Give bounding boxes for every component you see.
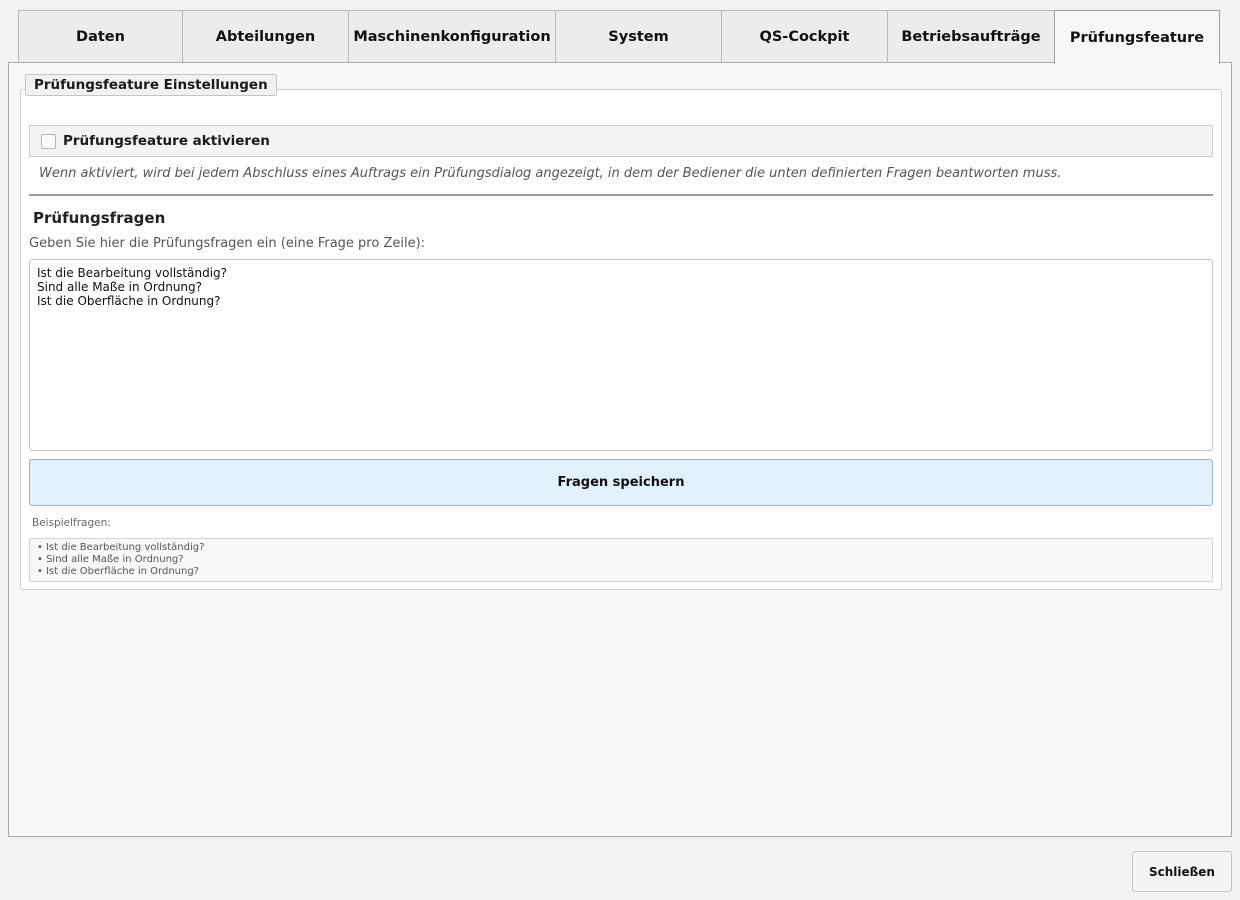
tab-pruefungsfeature[interactable]: Prüfungsfeature	[1054, 10, 1220, 64]
tab-maschinenkonfiguration[interactable]: Maschinenkonfiguration	[348, 10, 556, 63]
enable-feature-row[interactable]: Prüfungsfeature aktivieren	[29, 125, 1213, 157]
tab-system[interactable]: System	[555, 10, 722, 63]
section-divider	[29, 194, 1213, 196]
tab-betriebsauftraege[interactable]: Betriebsaufträge	[887, 10, 1055, 63]
tab-bar: Daten Abteilungen Maschinenkonfiguration…	[18, 10, 1220, 64]
questions-input-label: Geben Sie hier die Prüfungsfragen ein (e…	[29, 236, 426, 251]
example-item: • Ist die Oberfläche in Ordnung?	[37, 566, 199, 577]
example-item: • Ist die Bearbeitung vollständig?	[37, 542, 205, 553]
settings-group: Prüfungsfeature aktivieren Wenn aktivier…	[20, 89, 1222, 590]
examples-box: • Ist die Bearbeitung vollständig? • Sin…	[29, 538, 1213, 582]
tab-qs-cockpit[interactable]: QS-Cockpit	[721, 10, 888, 63]
close-button[interactable]: Schließen	[1132, 851, 1232, 892]
examples-label: Beispielfragen:	[32, 517, 111, 529]
example-item: • Sind alle Maße in Ordnung?	[37, 554, 184, 565]
save-questions-button[interactable]: Fragen speichern	[29, 459, 1213, 506]
questions-section-title: Prüfungsfragen	[33, 209, 166, 227]
tab-content-panel: Prüfungsfeature Einstellungen Prüfungsfe…	[8, 62, 1232, 837]
tab-abteilungen[interactable]: Abteilungen	[182, 10, 349, 63]
questions-textarea[interactable]: Ist die Bearbeitung vollständig? Sind al…	[29, 259, 1213, 451]
tab-daten[interactable]: Daten	[18, 10, 183, 63]
settings-group-title: Prüfungsfeature Einstellungen	[25, 74, 277, 96]
enable-feature-label[interactable]: Prüfungsfeature aktivieren	[63, 133, 270, 149]
enable-feature-checkbox[interactable]	[41, 133, 56, 149]
enable-feature-hint: Wenn aktiviert, wird bei jedem Abschluss…	[39, 166, 1062, 181]
